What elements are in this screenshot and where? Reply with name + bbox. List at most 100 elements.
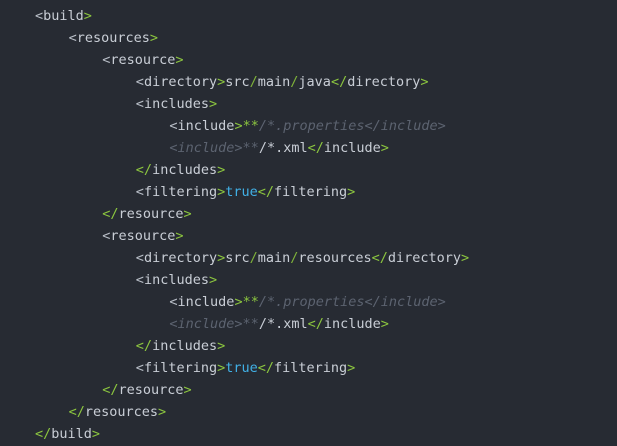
code-token-tag: resources bbox=[76, 30, 150, 46]
code-token-bracket: < bbox=[135, 360, 144, 376]
code-token-bracket: < bbox=[135, 250, 144, 266]
code-token-comment: /*.properties</include> bbox=[258, 294, 446, 310]
code-token-tag: resource bbox=[110, 52, 176, 68]
code-line: <includes> bbox=[136, 93, 217, 115]
code-token-close-bracket: > bbox=[183, 206, 192, 222]
code-token-tag: includes bbox=[152, 162, 218, 178]
code-token-text: src bbox=[225, 250, 250, 266]
code-token-close-bracket: > bbox=[234, 294, 243, 310]
code-token-close-bracket: > bbox=[217, 74, 226, 90]
code-token-tag: resource bbox=[118, 382, 184, 398]
code-token-bracket: < bbox=[68, 30, 77, 46]
code-line: <include>**/*.xml</include> bbox=[169, 137, 389, 159]
code-line: <include>**/*.properties</include> bbox=[169, 115, 445, 137]
code-token-bracket: < bbox=[135, 74, 144, 90]
code-line: </resource> bbox=[102, 203, 191, 225]
code-token-tag: filtering bbox=[143, 360, 218, 376]
code-token-close-bracket: > bbox=[347, 360, 356, 376]
code-token-tag: include bbox=[323, 140, 381, 156]
code-token-close-bracket: > bbox=[217, 360, 226, 376]
code-token-close-bracket: > bbox=[149, 30, 159, 46]
code-token-close-bracket: > bbox=[217, 184, 226, 200]
code-token-close-bracket: > bbox=[234, 118, 243, 134]
code-token-comment: ** bbox=[242, 316, 259, 332]
code-token-close-bracket: > bbox=[420, 74, 429, 90]
code-line: <resource> bbox=[102, 225, 183, 247]
code-token-close-bracket: > bbox=[217, 338, 226, 354]
code-editor[interactable]: <build> <resources> <resource> <directory>s… bbox=[0, 0, 617, 446]
code-line: <include>**/*.properties</include> bbox=[169, 291, 445, 313]
code-token-close-bracket: </ bbox=[371, 250, 388, 266]
code-token-close-bracket: > bbox=[380, 316, 389, 332]
code-token-path-sep: / bbox=[249, 250, 258, 266]
code-token-tag: includes bbox=[152, 338, 218, 354]
code-line: </resources> bbox=[69, 401, 167, 423]
code-token-text: main bbox=[257, 74, 291, 90]
code-line: <includes> bbox=[136, 269, 217, 291]
code-token-close-bracket: > bbox=[380, 140, 389, 156]
code-token-close-bracket: > bbox=[175, 52, 184, 68]
code-line: <filtering>true</filtering> bbox=[136, 181, 356, 203]
code-token-close-bracket: > bbox=[158, 404, 167, 420]
code-token-close-bracket: </ bbox=[307, 316, 324, 332]
code-line: <include>**/*.xml</include> bbox=[169, 313, 389, 335]
code-line: <directory>src/main/resources</directory… bbox=[136, 247, 469, 269]
code-token-bracket: < bbox=[169, 118, 178, 134]
code-token-tag: directory bbox=[347, 74, 421, 90]
code-token-glob: ** bbox=[242, 118, 259, 134]
code-token-tag: build bbox=[51, 426, 92, 442]
code-token-tag: resource bbox=[110, 228, 176, 244]
code-token-glob: ** bbox=[242, 294, 259, 310]
code-line: <resources> bbox=[69, 27, 158, 49]
code-token-close-bracket: </ bbox=[257, 360, 275, 376]
code-token-close-bracket: > bbox=[217, 162, 226, 178]
code-token-bool: true bbox=[225, 184, 258, 200]
code-token-close-bracket: </ bbox=[330, 74, 348, 90]
code-token-bracket: < bbox=[135, 272, 144, 288]
code-token-close-bracket: > bbox=[217, 250, 226, 266]
code-token-text: java bbox=[298, 74, 331, 90]
code-token-text: src bbox=[225, 74, 250, 90]
code-line: <build> bbox=[35, 5, 92, 27]
code-token-tag: directory bbox=[143, 250, 218, 266]
code-token-bool: true bbox=[225, 360, 258, 376]
code-token-tag: includes bbox=[143, 96, 209, 112]
code-token-tag: filtering bbox=[143, 184, 218, 200]
code-line: </includes> bbox=[136, 335, 225, 357]
code-line: <filtering>true</filtering> bbox=[136, 357, 356, 379]
code-token-tag: filtering bbox=[274, 360, 348, 376]
code-token-close-bracket: </ bbox=[102, 382, 119, 398]
code-token-comment: ** bbox=[242, 140, 259, 156]
code-line: <directory>src/main/java</directory> bbox=[136, 71, 429, 93]
code-token-close-bracket: </ bbox=[135, 162, 153, 178]
code-token-tag: include bbox=[323, 316, 381, 332]
code-token-path-sep: / bbox=[249, 74, 258, 90]
code-token-close-bracket: </ bbox=[307, 140, 324, 156]
code-token-close-bracket: > bbox=[91, 426, 101, 442]
code-token-close-bracket: </ bbox=[102, 206, 119, 222]
code-token-bracket: < bbox=[35, 8, 44, 24]
code-token-close-bracket: > bbox=[208, 272, 218, 288]
code-token-text: /*.xml bbox=[258, 140, 308, 156]
code-token-close-bracket: </ bbox=[35, 426, 52, 442]
code-token-text: /*.xml bbox=[258, 316, 308, 332]
code-token-tag: includes bbox=[143, 272, 209, 288]
code-token-bracket: < bbox=[135, 184, 144, 200]
code-token-tag: include bbox=[177, 118, 235, 134]
code-line: </resource> bbox=[102, 379, 191, 401]
code-token-comment: <include> bbox=[169, 140, 243, 156]
code-token-tag: directory bbox=[387, 250, 461, 266]
code-token-close-bracket: > bbox=[83, 8, 92, 24]
code-token-bracket: < bbox=[169, 294, 178, 310]
code-token-tag: resources bbox=[84, 404, 159, 420]
code-token-close-bracket: > bbox=[347, 184, 356, 200]
code-token-tag: filtering bbox=[274, 184, 348, 200]
code-token-close-bracket: > bbox=[461, 250, 470, 266]
code-token-close-bracket: </ bbox=[257, 184, 275, 200]
code-token-comment: <include> bbox=[169, 316, 243, 332]
code-token-comment: /*.properties</include> bbox=[258, 118, 446, 134]
code-token-close-bracket: > bbox=[208, 96, 218, 112]
code-line: </includes> bbox=[136, 159, 225, 181]
code-token-text: main bbox=[257, 250, 291, 266]
code-line: </build> bbox=[35, 423, 100, 445]
